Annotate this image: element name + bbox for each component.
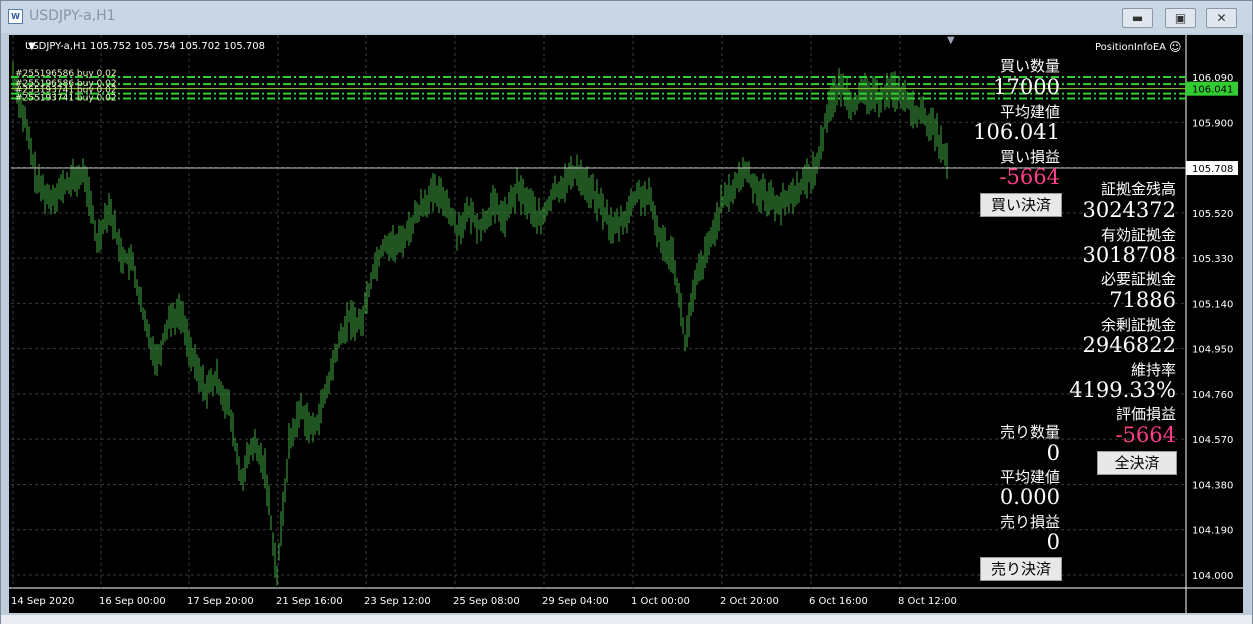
buy-close-button[interactable]: 買い決済 <box>980 193 1062 217</box>
price-axis: 106.090105.900105.710105.520105.330105.1… <box>1186 73 1238 582</box>
time-tick-label: 16 Sep 00:00 <box>99 596 166 607</box>
minimize-button[interactable]: ▬ <box>1122 8 1153 28</box>
price-tick-label: 105.900 <box>1192 118 1233 129</box>
price-tick-label: 104.950 <box>1192 345 1233 356</box>
margin-level-label: 維持率 <box>1130 361 1176 379</box>
margin-label: 必要証拠金 <box>1100 270 1176 288</box>
unrealized-pl-value: -5664 <box>1115 423 1176 447</box>
close-button[interactable]: ✕ <box>1206 8 1237 28</box>
free-margin-value: 2946822 <box>1082 333 1176 357</box>
window-title: USDJPY-a,H1 <box>29 8 116 24</box>
unrealized-pl-label: 評価損益 <box>1115 405 1176 423</box>
time-tick-label: 1 Oct 00:00 <box>631 596 690 607</box>
time-tick-label: 6 Oct 16:00 <box>809 596 868 607</box>
sell-qty-label: 売り数量 <box>999 423 1060 441</box>
buy-qty-label: 買い数量 <box>999 57 1060 75</box>
price-bars <box>12 61 948 586</box>
sell-pl-value: 0 <box>1046 530 1060 554</box>
time-tick-label: 2 Oct 20:00 <box>720 596 779 607</box>
bid-price-tag-text: 105.708 <box>1192 164 1233 175</box>
sell-avg-value: 0.000 <box>999 485 1060 509</box>
time-axis: 14 Sep 2020 16 Sep 00:00 17 Sep 20:00 21 Se… <box>11 596 957 607</box>
buy-pl-value: -5664 <box>999 165 1060 189</box>
avg-price-tag-text: 106.041 <box>1192 85 1233 96</box>
shift-marker-icon[interactable]: ▼ <box>947 35 955 46</box>
price-chart[interactable]: #255196586 buy 0.02 #255196586 buy 0.02 #2… <box>9 35 1243 613</box>
price-tick-label: 104.570 <box>1192 435 1233 446</box>
smiley-icon: ☺ <box>1169 40 1182 54</box>
sell-close-button[interactable]: 売り決済 <box>980 557 1062 581</box>
buy-qty-value: 17000 <box>993 75 1060 99</box>
sell-pl-label: 売り損益 <box>999 513 1060 531</box>
price-tick-label: 105.140 <box>1192 299 1233 310</box>
order-label: #255193741 buy 0.02 <box>15 93 117 103</box>
time-tick-label: 14 Sep 2020 <box>11 596 74 607</box>
title-bar[interactable]: W USDJPY-a,H1 ▬ ▣ ✕ <box>1 1 1252 33</box>
balance-value: 3024372 <box>1082 198 1176 222</box>
margin-level-value: 4199.33% <box>1069 378 1176 402</box>
buy-pl-label: 買い損益 <box>999 148 1060 166</box>
time-tick-label: 23 Sep 12:00 <box>364 596 431 607</box>
buy-avg-label: 平均建値 <box>999 103 1060 121</box>
balance-label: 証拠金残高 <box>1100 180 1176 198</box>
terminal-window: W USDJPY-a,H1 ▬ ▣ ✕ #255196586 buy 0.02 #… <box>0 0 1253 624</box>
price-tick-label: 105.330 <box>1192 254 1233 265</box>
chart-header: USDJPY-a,H1 105.752 105.754 105.702 105.… <box>25 41 265 52</box>
price-tick-label: 104.000 <box>1192 571 1233 582</box>
margin-value: 71886 <box>1109 288 1176 312</box>
sell-qty-value: 0 <box>1046 441 1060 465</box>
chart-tabs-strip <box>1 615 1252 624</box>
buy-avg-value: 106.041 <box>973 120 1060 144</box>
price-tick-label: 105.520 <box>1192 209 1233 220</box>
free-margin-label: 余剰証拠金 <box>1100 316 1176 334</box>
chart-window-icon: W <box>8 9 23 24</box>
price-tick-label: 104.380 <box>1192 480 1233 491</box>
time-tick-label: 25 Sep 08:00 <box>453 596 520 607</box>
close-all-button[interactable]: 全決済 <box>1097 451 1177 475</box>
price-tick-label: 104.760 <box>1192 390 1233 401</box>
time-tick-label: 21 Sep 16:00 <box>276 596 343 607</box>
time-tick-label: 17 Sep 20:00 <box>187 596 254 607</box>
time-tick-label: 8 Oct 12:00 <box>898 596 957 607</box>
ea-name-label: PositionInfoEA <box>1095 42 1166 53</box>
price-tick-label: 104.190 <box>1192 526 1233 537</box>
order-label: #255196586 buy 0.02 <box>15 69 117 79</box>
equity-value: 3018708 <box>1082 243 1176 267</box>
time-tick-label: 29 Sep 04:00 <box>542 596 609 607</box>
maximize-button[interactable]: ▣ <box>1165 8 1196 28</box>
sell-avg-label: 平均建値 <box>999 468 1060 486</box>
equity-label: 有効証拠金 <box>1100 226 1176 244</box>
